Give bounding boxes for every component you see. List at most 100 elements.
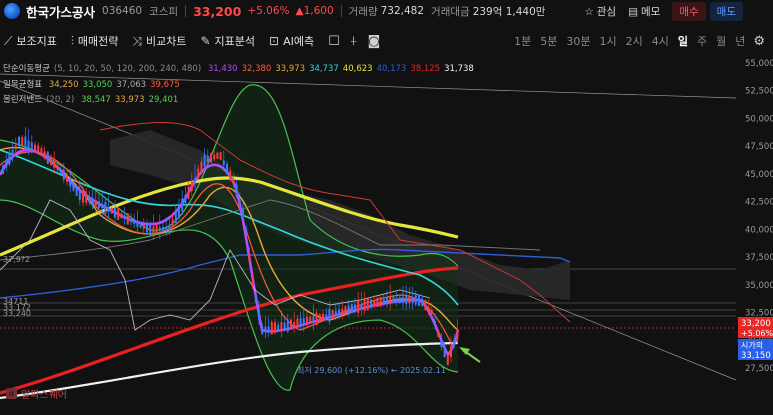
candle-body bbox=[341, 308, 344, 314]
current-price: 33,200 bbox=[193, 3, 242, 19]
candle-body bbox=[8, 152, 11, 165]
divider bbox=[185, 5, 187, 17]
candle-body bbox=[82, 190, 84, 203]
candle-body bbox=[450, 346, 452, 358]
candle-body bbox=[354, 304, 356, 311]
candle-body bbox=[203, 154, 206, 167]
period-year[interactable]: 년 bbox=[735, 33, 745, 49]
period-4h[interactable]: 4시 bbox=[652, 33, 669, 49]
memo-button[interactable]: ▤ 메모 bbox=[628, 4, 660, 19]
company-logo bbox=[4, 3, 20, 19]
bollinger-legend-value: 38,547 bbox=[81, 95, 111, 105]
analysis-label: 지표분석 bbox=[214, 35, 256, 48]
period-month[interactable]: 월 bbox=[716, 33, 726, 49]
candle-body bbox=[434, 321, 436, 324]
candle-body bbox=[165, 226, 168, 230]
y-tick-label: 40,000 bbox=[745, 225, 773, 235]
y-tick-label: 45,000 bbox=[745, 170, 773, 180]
ma-legend-value: 31,430 bbox=[207, 64, 238, 74]
candle-body bbox=[174, 211, 177, 223]
candle-body bbox=[261, 325, 264, 335]
candle-body bbox=[456, 328, 459, 339]
candle-body bbox=[66, 175, 68, 182]
price-chart[interactable]: 55,000 52,500 50,000 47,500 45,000 42,500 40,0… bbox=[0, 54, 773, 415]
candle-body bbox=[178, 204, 180, 217]
candle-body bbox=[376, 298, 379, 307]
candle-body bbox=[78, 189, 81, 201]
memo-icon: ▤ bbox=[628, 5, 639, 18]
candle-body bbox=[386, 297, 388, 304]
candle-body bbox=[123, 215, 126, 219]
candle-body bbox=[453, 339, 456, 346]
candle-body bbox=[190, 181, 193, 192]
period-30min[interactable]: 30분 bbox=[566, 33, 590, 49]
volume-value: 732,482 bbox=[380, 5, 425, 17]
candle-body bbox=[251, 281, 254, 285]
period-2h[interactable]: 2시 bbox=[626, 33, 643, 49]
candlestick-icon[interactable]: ⍭ bbox=[350, 34, 358, 49]
memo-label: 메모 bbox=[641, 6, 661, 18]
candle-body bbox=[21, 137, 24, 146]
ma-legend: 단순이동평균 (5, 10, 20, 50, 120, 200, 240, 480… bbox=[3, 62, 482, 74]
compare-button[interactable]: ⤨ 비교차트 bbox=[132, 33, 186, 49]
candle-body bbox=[389, 295, 392, 305]
candle-body bbox=[181, 198, 184, 212]
candle-body bbox=[206, 155, 209, 163]
gear-icon[interactable]: ⚙ bbox=[753, 34, 765, 49]
candle-body bbox=[350, 303, 353, 314]
candle-body bbox=[101, 204, 104, 209]
candle-body bbox=[37, 145, 40, 153]
candle-body bbox=[62, 169, 65, 180]
candle-body bbox=[2, 165, 4, 174]
candle-body bbox=[5, 160, 8, 168]
period-1h[interactable]: 1시 bbox=[599, 33, 616, 49]
candle-body bbox=[338, 309, 340, 315]
bollinger-legend-value: 29,401 bbox=[148, 95, 179, 105]
candle-body bbox=[88, 196, 91, 203]
candle-body bbox=[344, 306, 347, 315]
period-5min[interactable]: 5분 bbox=[540, 33, 557, 49]
market-name: 코스피 bbox=[149, 5, 179, 18]
watch-button[interactable]: ☆ 관심 bbox=[584, 4, 616, 19]
period-day[interactable]: 일 bbox=[678, 33, 688, 49]
ma-legend-value: 31,738 bbox=[444, 64, 474, 74]
candle-body bbox=[312, 316, 315, 323]
candle-body bbox=[130, 218, 132, 223]
y-tick-label: 47,500 bbox=[745, 142, 773, 152]
arrow-icon bbox=[459, 347, 481, 363]
y-tick-label: 52,500 bbox=[745, 87, 773, 97]
stock-name[interactable]: 한국가스공사 bbox=[26, 2, 95, 21]
strategy-button[interactable]: ⫶ 매매전략 bbox=[71, 33, 119, 49]
ai-icon: ⊡ bbox=[269, 34, 280, 48]
ma-legend-value: 38,125 bbox=[410, 64, 441, 74]
period-week[interactable]: 주 bbox=[697, 33, 707, 49]
candle-body bbox=[379, 296, 382, 307]
checkbox-icon[interactable]: ☐ bbox=[328, 34, 340, 49]
change-amount: ▲1,600 bbox=[295, 5, 334, 17]
candle-body bbox=[274, 322, 276, 334]
candle-body bbox=[158, 227, 161, 231]
camera-icon[interactable]: ◙ bbox=[368, 34, 381, 49]
amount-label: 거래대금 bbox=[431, 5, 470, 18]
candle-body bbox=[117, 208, 120, 220]
candle-body bbox=[411, 297, 414, 303]
ai-predict-button[interactable]: ⊡ AI예측 bbox=[269, 33, 314, 49]
buy-button[interactable]: 매수 bbox=[672, 2, 706, 21]
open-tag-label: 시가의 bbox=[741, 340, 763, 350]
candle-body bbox=[197, 168, 200, 179]
analysis-button[interactable]: ✎ 지표분석 bbox=[200, 33, 255, 49]
ma-legend-params: (5, 10, 20, 50, 120, 200, 240, 480) bbox=[53, 64, 202, 74]
open-tag-value: 33,150 bbox=[741, 351, 771, 361]
ma-legend-value: 34,737 bbox=[309, 64, 339, 74]
pencil-icon: ✎ bbox=[200, 34, 211, 48]
y-tick-label: 55,000 bbox=[745, 59, 773, 69]
candle-body bbox=[171, 218, 174, 228]
candle-body bbox=[184, 194, 187, 203]
candle-body bbox=[110, 208, 113, 214]
indicators-button[interactable]: ⟋ 보조지표 bbox=[4, 33, 57, 49]
period-1min[interactable]: 1분 bbox=[514, 33, 531, 49]
stock-code: 036460 bbox=[102, 5, 143, 17]
chart-canvas[interactable]: 55,000 52,500 50,000 47,500 45,000 42,500 40,0… bbox=[0, 54, 773, 415]
candle-body bbox=[235, 184, 238, 197]
sell-button[interactable]: 매도 bbox=[709, 2, 743, 21]
